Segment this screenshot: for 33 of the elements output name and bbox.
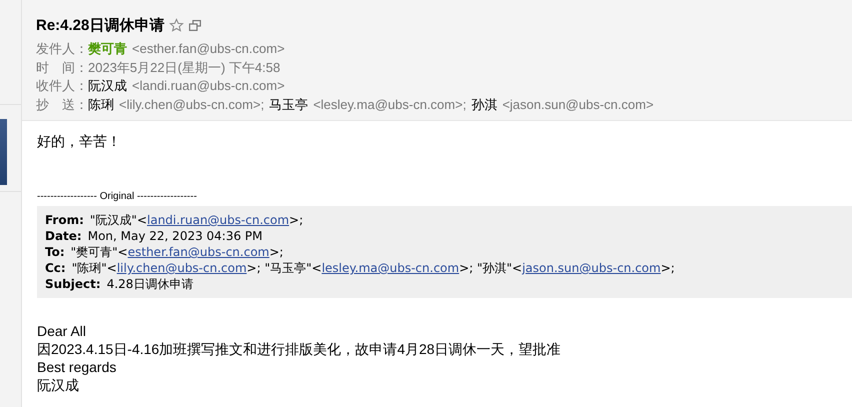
field-label: 发件人：	[36, 40, 88, 58]
field-label: 收件人：	[36, 77, 88, 95]
email-address: <esther.fan@ubs-cn.com>	[132, 40, 285, 58]
email-address: <lesley.ma@ubs-cn.com>;	[313, 96, 466, 114]
email-link[interactable]: jason.sun@ubs-cn.com	[522, 261, 661, 275]
recipient-name[interactable]: 陈琍	[88, 96, 114, 114]
quoted-field: From: "阮汉成"<landi.ruan@ubs-cn.com>;	[45, 212, 852, 228]
body-line: 因2023.4.15日-4.16加班撰写推文和进行排版美化，故申请4月28日调休一天，望批准	[37, 340, 561, 358]
email-link[interactable]: lily.chen@ubs-cn.com	[116, 261, 247, 275]
new-window-icon[interactable]	[189, 20, 202, 30]
quoted-field: To: "樊可青"<esther.fan@ubs-cn.com>;	[45, 244, 852, 260]
email-link[interactable]: esther.fan@ubs-cn.com	[128, 245, 270, 259]
email-address: <lily.chen@ubs-cn.com>;	[119, 96, 264, 114]
original-separator: ------------------ Original ------------------	[37, 191, 198, 202]
reply-text: 好的，辛苦！	[37, 133, 122, 151]
field-label: 时 间：	[36, 58, 88, 76]
body-line: Best regards	[37, 358, 116, 376]
field-label: 抄 送：	[36, 96, 88, 114]
star-icon[interactable]	[169, 18, 184, 32]
email-link[interactable]: landi.ruan@ubs-cn.com	[147, 213, 290, 227]
quoted-field: Subject: 4.28日调休申请	[45, 276, 852, 292]
email-address: <jason.sun@ubs-cn.com>	[502, 96, 654, 114]
email-address: <landi.ruan@ubs-cn.com>	[132, 77, 285, 95]
email-subject: Re:4.28日调休申请	[36, 16, 164, 34]
recipient-name[interactable]: 阮汉成	[88, 77, 127, 96]
recipient-name[interactable]: 孙淇	[471, 96, 498, 114]
body-line: 阮汉成	[37, 376, 79, 394]
email-link[interactable]: lesley.ma@ubs-cn.com	[322, 261, 460, 275]
quoted-field: Date: Mon, May 22, 2023 04:36 PM	[45, 228, 852, 244]
quoted-field: Cc: "陈琍"<lily.chen@ubs-cn.com>; "马玉亭"<lesley.ma@ubs-cn.com>; "孙淇"<jason.sun@ubs-cn.com>;	[45, 260, 852, 276]
date-value: 2023年5月22日(星期一) 下午4:58	[88, 58, 280, 77]
body-line: Dear All	[37, 322, 86, 340]
recipient-name[interactable]: 马玉亭	[269, 96, 308, 114]
